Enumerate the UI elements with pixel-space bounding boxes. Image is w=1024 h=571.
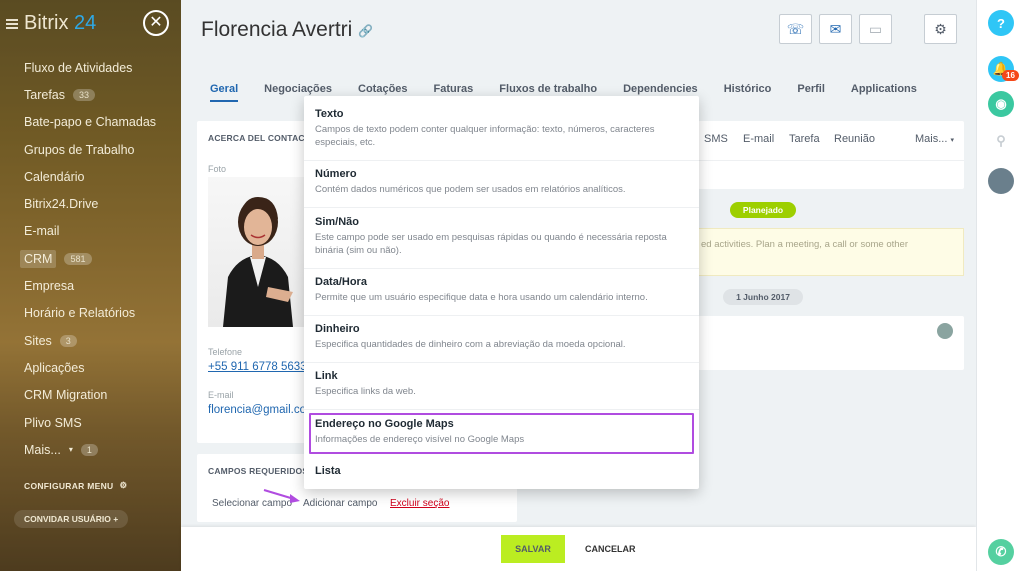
plus-icon: + (113, 514, 119, 524)
counter-badge: 1 (80, 443, 98, 456)
sidebar-item-applications[interactable]: Aplicações (24, 354, 156, 381)
sidebar-item-company[interactable]: Empresa (24, 272, 156, 299)
menu-item-list[interactable]: Lista (304, 465, 699, 485)
empty-planned-notice: ed activities. Plan a meeting, a call or… (698, 228, 964, 276)
sidebar-item-workgroups[interactable]: Grupos de Trabalho (24, 136, 156, 163)
configure-menu-link[interactable]: CONFIGURAR MENU ⚙ (24, 480, 127, 491)
sidebar-item-time-reports[interactable]: Horário e Relatórios (24, 300, 156, 327)
page-title: Florencia Avertri (201, 18, 353, 41)
search-button[interactable]: ⚲ (988, 128, 1014, 154)
timeline-editor (698, 121, 964, 189)
chevron-down-icon: ▾ (950, 137, 954, 144)
email-button[interactable]: ✉ (819, 14, 852, 44)
chat-button[interactable]: ▭ (859, 14, 892, 44)
section-heading: CAMPOS REQUERIDOS (208, 466, 309, 476)
logo[interactable]: Bitrix 24 (6, 12, 96, 35)
gear-icon: ⚙ (934, 20, 947, 37)
sidebar-item-activity-stream[interactable]: Fluxo de Atividades (24, 54, 156, 81)
avatar (937, 323, 953, 339)
menu-item-text[interactable]: Texto Campos de texto podem conter qualq… (304, 108, 699, 161)
menu-item-yes-no[interactable]: Sim/Não Este campo pode ser usado em pes… (304, 216, 699, 269)
close-icon: ✕ (149, 14, 163, 31)
field-type-menu: Texto Campos de texto podem conter qualq… (304, 96, 699, 489)
tab-general[interactable]: Geral (210, 83, 239, 102)
sidebar-item-chat[interactable]: Bate-papo e Chamadas (24, 109, 156, 136)
tab-history[interactable]: Histórico (724, 83, 772, 102)
sidebar-item-crm-migration[interactable]: CRM Migration (24, 382, 156, 409)
sidebar-item-tasks[interactable]: Tarefas 33 (24, 81, 156, 108)
menu-item-money[interactable]: Dinheiro Especifica quantidades de dinhe… (304, 323, 699, 363)
timeline-tab-task[interactable]: Tarefa (789, 133, 820, 145)
timeline-tab-meeting[interactable]: Reunião (834, 133, 875, 145)
envelope-icon: ✉ (829, 20, 842, 37)
help-icon: ? (997, 15, 1005, 31)
email-value[interactable]: florencia@gmail.com (208, 404, 316, 416)
menu-item-link[interactable]: Link Especifica links da web. (304, 370, 699, 410)
timeline-tab-email[interactable]: E-mail (743, 133, 774, 145)
sidebar-item-calendar[interactable]: Calendário (24, 163, 156, 190)
menu-item-google-maps-address[interactable]: Endereço no Google Maps Informações de e… (309, 413, 694, 454)
chevron-down-icon: ▾ (68, 445, 73, 455)
settings-button[interactable]: ⚙ (924, 14, 957, 44)
call-button-rail[interactable]: ✆ (988, 539, 1014, 565)
tab-profile[interactable]: Perfil (797, 83, 825, 102)
right-rail: ? 🔔 16 ◉ ⚲ ✆ (976, 0, 1024, 571)
add-field-link[interactable]: Adicionar campo (303, 498, 377, 509)
date-badge: 1 Junho 2017 (723, 289, 803, 305)
invite-users-button[interactable]: CONVIDAR USUÁRIO + (14, 510, 129, 528)
logo-text: Bitrix 24 (24, 12, 97, 34)
link-icon[interactable]: 🔗 (358, 24, 373, 38)
sidebar-item-sites[interactable]: Sites 3 (24, 327, 156, 354)
phone-icon: ☏ (786, 20, 805, 37)
sidebar-item-crm[interactable]: CRM 581 (20, 245, 156, 272)
phone-icon: ✆ (995, 544, 1007, 559)
photo-label: Foto (208, 164, 227, 174)
menu-item-date-time[interactable]: Data/Hora Permite que um usuário especif… (304, 276, 699, 316)
annotation-arrow-icon (263, 489, 300, 503)
counter-badge: 3 (59, 334, 77, 347)
user-avatar[interactable] (988, 168, 1014, 194)
delete-section-link[interactable]: Excluir seção (390, 498, 449, 509)
gear-icon: ⚙ (119, 480, 128, 490)
search-icon: ⚲ (996, 133, 1006, 148)
chat-bubble-icon: ◉ (995, 96, 1007, 111)
open-lines-button[interactable]: ◉ (988, 91, 1014, 117)
planned-badge: Planejado (730, 202, 796, 218)
main-menu: Fluxo de Atividades Tarefas 33 Bate-papo … (20, 54, 156, 463)
save-button[interactable]: SALVAR (501, 535, 565, 563)
phone-value[interactable]: +55 911 6778 5633 (208, 361, 307, 373)
timeline-tab-more[interactable]: Mais... ▾ (915, 133, 954, 145)
cancel-button[interactable]: CANCELAR (585, 535, 636, 563)
close-slider-button[interactable]: ✕ (143, 10, 169, 36)
history-item (698, 316, 964, 370)
sidebar-item-email[interactable]: E-mail (24, 218, 156, 245)
sidebar-item-plivo-sms[interactable]: Plivo SMS (24, 409, 156, 436)
hamburger-icon[interactable] (6, 18, 18, 29)
menu-item-number[interactable]: Número Contém dados numéricos que podem … (304, 168, 699, 208)
counter-badge: 33 (73, 88, 96, 101)
notifications-button[interactable]: 🔔 16 (988, 56, 1019, 82)
email-label: E-mail (208, 390, 234, 400)
call-button[interactable]: ☏ (779, 14, 812, 44)
sidebar-item-more[interactable]: Mais... ▾ 1 (24, 436, 156, 463)
footer-bar: SALVAR CANCELAR (181, 527, 976, 571)
counter-badge: 581 (64, 252, 92, 265)
help-button[interactable]: ? (988, 10, 1014, 36)
left-sidebar: Bitrix 24 Fluxo de Atividades Tarefas 33 … (0, 0, 181, 571)
timeline-tab-sms[interactable]: SMS (704, 133, 728, 145)
phone-label: Telefone (208, 347, 243, 357)
contact-photo (208, 177, 308, 327)
tab-applications[interactable]: Applications (851, 83, 917, 102)
chat-icon: ▭ (868, 20, 883, 37)
divider (698, 160, 964, 161)
notification-count-badge: 16 (1002, 70, 1019, 81)
section-heading: ACERCA DEL CONTACTO (208, 133, 317, 143)
sidebar-item-drive[interactable]: Bitrix24.Drive (24, 190, 156, 217)
